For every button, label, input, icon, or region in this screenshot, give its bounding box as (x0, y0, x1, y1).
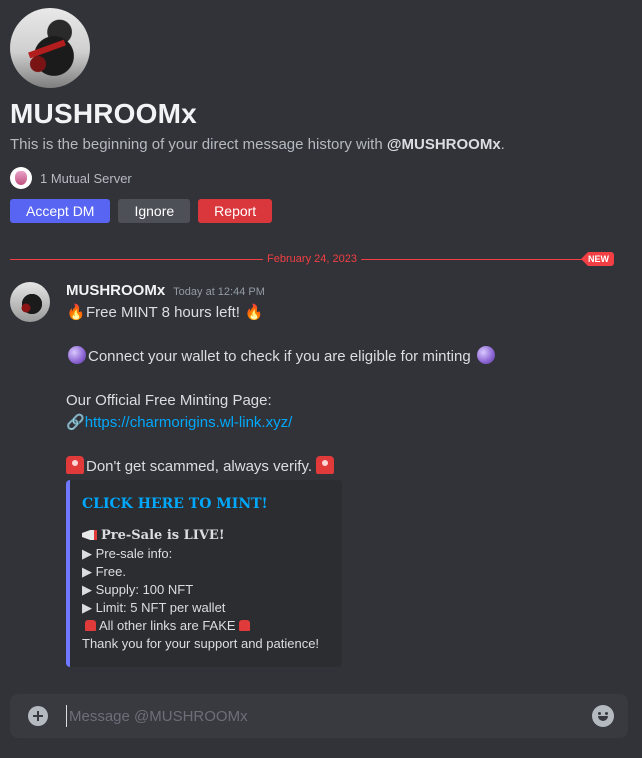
profile-avatar[interactable] (10, 8, 90, 88)
mutual-servers-label: 1 Mutual Server (40, 170, 132, 186)
message-input[interactable] (66, 705, 592, 727)
megaphone-icon (82, 530, 97, 540)
divider-date: February 24, 2023 (263, 252, 361, 266)
dm-actions: Accept DM Ignore Report (10, 199, 632, 223)
minting-link[interactable]: https://charmorigins.wl-link.xyz/ (85, 414, 293, 431)
message-username[interactable]: MUSHROOMx (66, 282, 165, 299)
dm-intro-username: @MUSHROOMx (386, 136, 501, 153)
embed-line: Pre-Sale is LIVE! (82, 526, 330, 545)
embed-supply: ▶ Supply: 100 NFT (82, 582, 194, 597)
message-line: Connect your wallet to check if you are … (66, 346, 632, 368)
message-embed: CLICK HERE TO MINT! Pre-Sale is LIVE! ▶ … (66, 480, 342, 667)
embed-title-link[interactable]: CLICK HERE TO MINT! (82, 496, 330, 512)
dm-header: MUSHROOMx This is the beginning of your … (10, 8, 632, 223)
message-line: 🔗https://charmorigins.wl-link.xyz/ (66, 412, 632, 434)
crystal-ball-icon (68, 346, 86, 364)
server-icon (10, 167, 32, 189)
message-text-mint: Free MINT 8 hours left! (86, 304, 240, 321)
ignore-button[interactable]: Ignore (118, 199, 191, 223)
message-body: MUSHROOMx Today at 12:44 PM 🔥Free MINT 8… (66, 282, 632, 667)
fire-icon: 🔥 (244, 304, 264, 321)
message-avatar[interactable] (10, 282, 50, 322)
embed-line: All other links are FAKE (82, 617, 330, 635)
fire-icon: 🔥 (66, 304, 86, 321)
message-header: MUSHROOMx Today at 12:44 PM (66, 282, 632, 302)
message-text-wallet: Connect your wallet to check if you are … (88, 348, 471, 365)
add-attachment-icon[interactable] (28, 706, 48, 726)
crystal-ball-icon (476, 346, 495, 364)
embed-presale: Pre-Sale is LIVE! (101, 528, 225, 543)
profile-name: MUSHROOMx (10, 98, 197, 129)
embed-thanks: Thank you for your support and patience! (82, 636, 320, 651)
siren-icon (85, 620, 96, 631)
date-divider: February 24, 2023 NEW (10, 252, 614, 266)
new-badge: NEW (581, 252, 614, 266)
embed-warning: All other links are FAKE (99, 618, 236, 633)
accept-dm-button[interactable]: Accept DM (10, 199, 111, 223)
message: MUSHROOMx Today at 12:44 PM 🔥Free MINT 8… (10, 282, 632, 667)
siren-icon (66, 456, 84, 474)
message-timestamp: Today at 12:44 PM (173, 286, 265, 298)
message-line: Don't get scammed, always verify. (66, 456, 632, 478)
dm-intro-text: This is the beginning of your direct mes… (10, 136, 387, 153)
embed-limit: ▶ Limit: 5 NFT per wallet (82, 600, 226, 615)
dm-intro: This is the beginning of your direct mes… (10, 136, 632, 153)
message-text-verify: Don't get scammed, always verify. (86, 458, 312, 475)
siren-icon (238, 620, 250, 631)
emoji-picker-icon[interactable] (592, 705, 614, 727)
siren-icon (316, 456, 335, 474)
embed-presale-info: ▶ Pre-sale info: (82, 546, 173, 561)
message-composer (10, 694, 628, 738)
mutual-servers[interactable]: 1 Mutual Server (10, 167, 632, 189)
report-button[interactable]: Report (198, 199, 273, 223)
message-text-official: Our Official Free Minting Page: (66, 392, 272, 409)
message-line: 🔥Free MINT 8 hours left! 🔥 (66, 302, 632, 324)
dm-intro-suffix: . (500, 136, 505, 153)
link-icon: 🔗 (66, 414, 85, 431)
embed-free: ▶ Free. (82, 564, 126, 579)
